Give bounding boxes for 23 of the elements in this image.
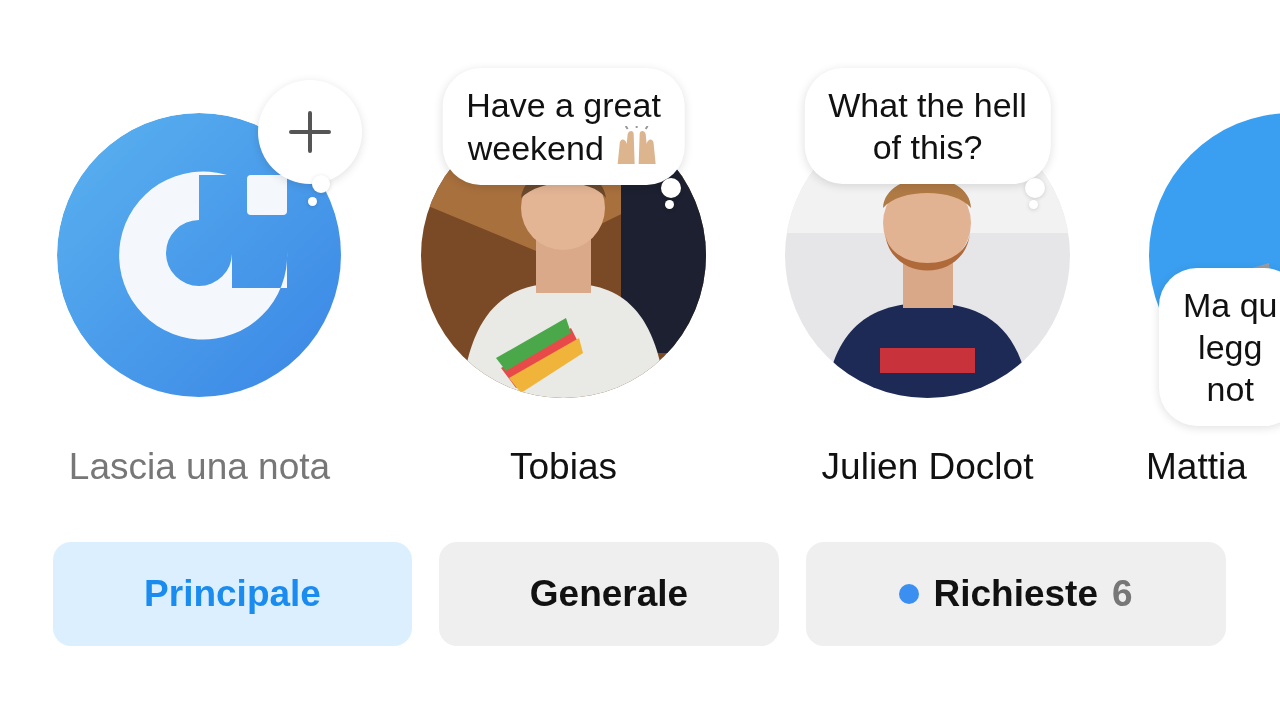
note-text: of this? bbox=[872, 128, 983, 166]
note-tooltip[interactable]: Ma qu legg not bbox=[1159, 268, 1280, 426]
tab[interactable]: Generale bbox=[439, 542, 779, 646]
note-text: weekend bbox=[467, 129, 604, 167]
unread-dot bbox=[899, 584, 920, 604]
thought-dot bbox=[308, 197, 317, 206]
note-text: not bbox=[1206, 370, 1254, 408]
thought-dot bbox=[665, 200, 674, 209]
note-tooltip[interactable]: What the hell of this? bbox=[804, 68, 1051, 184]
contact-name: Tobias bbox=[510, 446, 617, 488]
contact-name: Julien Doclot bbox=[821, 446, 1034, 488]
contact-name: Lascia una nota bbox=[68, 446, 331, 488]
note-tooltip[interactable]: Have a great weekend bbox=[442, 68, 685, 185]
note-text: What the hell bbox=[828, 86, 1027, 124]
note-text: Have a great bbox=[466, 86, 661, 124]
request-count: 6 bbox=[1111, 572, 1133, 617]
note-text: Ma qu bbox=[1183, 286, 1278, 324]
contact-name: Mattia bbox=[1146, 446, 1247, 488]
tab[interactable]: Richieste 6 bbox=[806, 542, 1226, 646]
note-text: legg bbox=[1198, 328, 1263, 366]
plus-icon bbox=[288, 110, 332, 154]
app-logo[interactable] bbox=[57, 113, 342, 398]
thought-dot bbox=[1029, 200, 1038, 209]
